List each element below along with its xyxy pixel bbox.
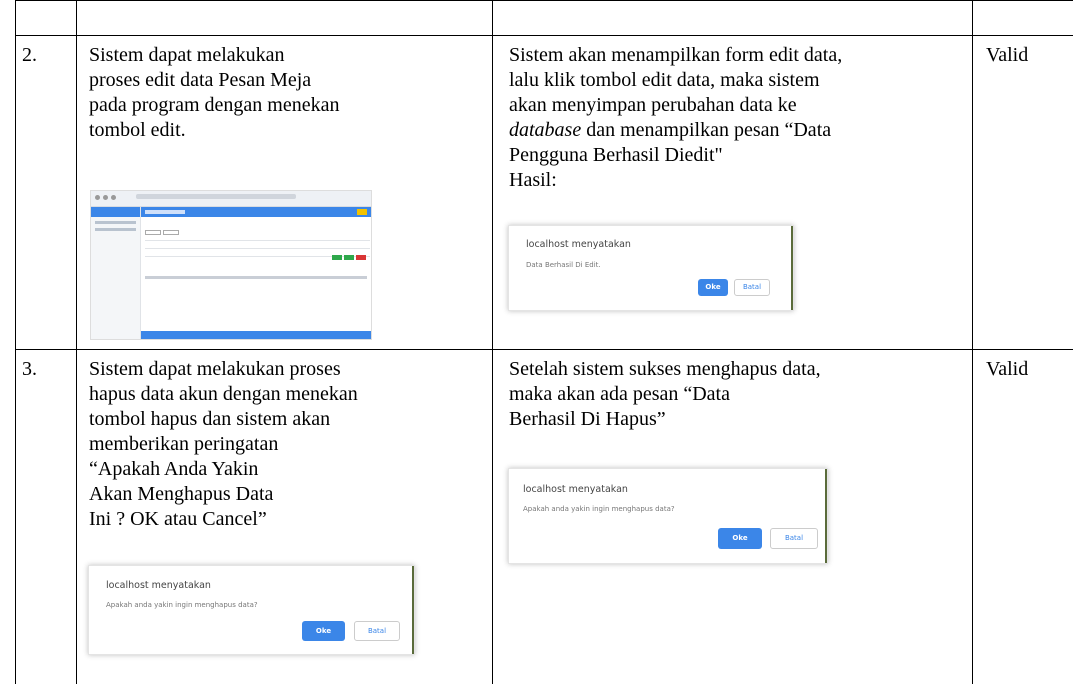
table-divider-desc — [492, 0, 493, 684]
delete-result-dialog: localhost menyatakan Apakah anda yakin i… — [508, 468, 828, 564]
ok-button[interactable]: Oke — [718, 528, 762, 549]
delete-confirm-dialog-left: localhost menyatakan Apakah anda yakin i… — [88, 565, 415, 655]
cancel-button[interactable]: Batal — [770, 528, 818, 549]
table-row-divider — [15, 35, 1073, 36]
dialog-message: Apakah anda yakin ingin menghapus data? — [523, 505, 675, 513]
ok-button[interactable]: Oke — [698, 279, 728, 296]
table-divider-result — [972, 0, 973, 684]
test-description: Sistem dapat melakukan proses hapus data… — [89, 358, 358, 530]
row-number: 2. — [22, 44, 37, 66]
edit-success-dialog: localhost menyatakan Data Berhasil Di Ed… — [508, 225, 794, 311]
status-valid: Valid — [986, 358, 1029, 380]
dialog-message: Data Berhasil Di Edit. — [526, 261, 601, 269]
test-description: Sistem dapat melakukan proses edit data … — [89, 44, 340, 141]
cancel-button[interactable]: Batal — [354, 621, 400, 641]
table-border-top — [15, 0, 1073, 1]
dialog-title: localhost menyatakan — [106, 580, 211, 591]
dialog-title: localhost menyatakan — [523, 484, 628, 495]
table-border-left — [15, 0, 16, 684]
test-result: Sistem akan menampilkan form edit data, … — [509, 44, 843, 191]
test-result: Setelah sistem sukses menghapus data, ma… — [509, 358, 821, 430]
status-valid: Valid — [986, 44, 1029, 66]
table-divider-no — [76, 0, 77, 684]
table-row-divider — [15, 349, 1073, 350]
app-screenshot-thumbnail — [90, 190, 372, 340]
row-number: 3. — [22, 358, 37, 380]
ok-button[interactable]: Oke — [302, 621, 345, 641]
dialog-title: localhost menyatakan — [526, 239, 631, 250]
dialog-message: Apakah anda yakin ingin menghapus data? — [106, 601, 258, 609]
cancel-button[interactable]: Batal — [734, 279, 770, 296]
